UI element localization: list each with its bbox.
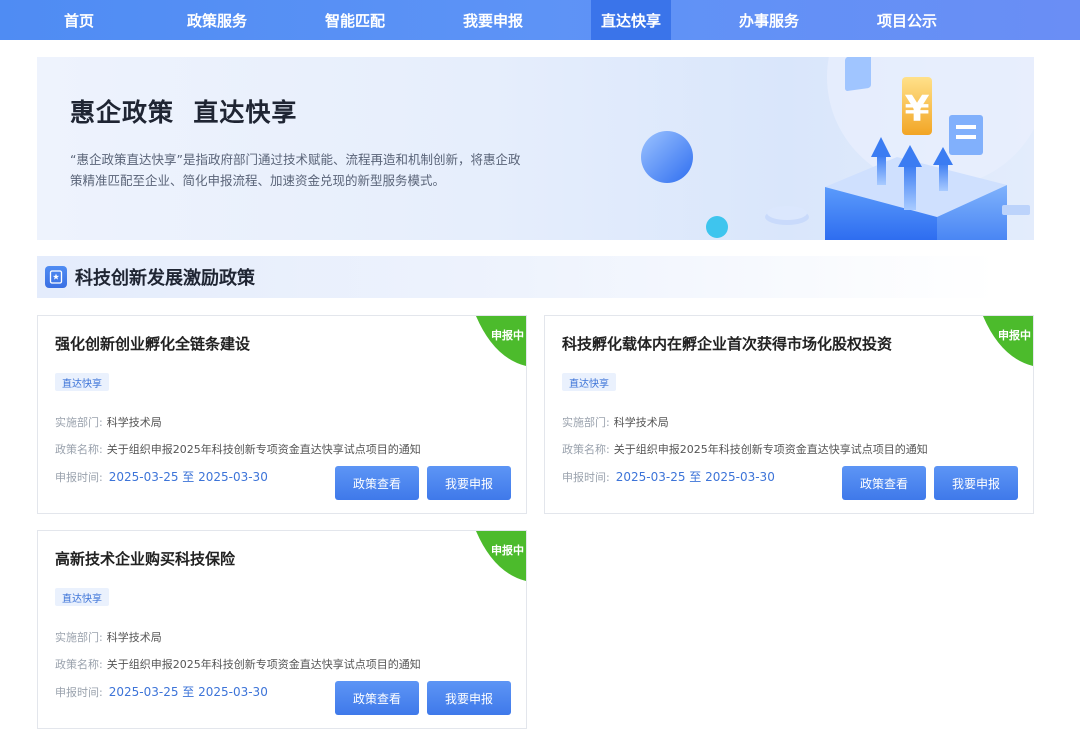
view-policy-button[interactable]: 政策查看 <box>842 466 926 500</box>
status-ribbon: 申报中 <box>983 316 1033 366</box>
status-badge: 申报中 <box>998 329 1031 342</box>
card-tag: 直达快享 <box>55 373 109 391</box>
card-title[interactable]: 高新技术企业购买科技保险 <box>55 548 235 569</box>
status-badge: 申报中 <box>491 329 524 342</box>
nav-item-direct-share[interactable]: 直达快享 <box>591 0 671 40</box>
banner-description: “惠企政策直达快享”是指政府部门通过技术赋能、流程再造和机制创新，将惠企政策精准… <box>70 152 521 188</box>
status-badge: 申报中 <box>491 544 524 557</box>
nav-item-home[interactable]: 首页 <box>10 0 148 40</box>
policy-row: 政策名称: 关于组织申报2025年科技创新专项资金直达快享试点项目的通知 <box>55 658 421 671</box>
nav-item-policy-service[interactable]: 政策服务 <box>148 0 286 40</box>
section-header: 科技创新发展激励政策 <box>37 256 997 298</box>
apply-button[interactable]: 我要申报 <box>427 466 511 500</box>
view-policy-button[interactable]: 政策查看 <box>335 681 419 715</box>
apply-button[interactable]: 我要申报 <box>934 466 1018 500</box>
nav-item-smart-match[interactable]: 智能匹配 <box>286 0 424 40</box>
nav-item-apply[interactable]: 我要申报 <box>424 0 562 40</box>
view-policy-button[interactable]: 政策查看 <box>335 466 419 500</box>
svg-text:¥: ¥ <box>904 89 929 130</box>
apply-button[interactable]: 我要申报 <box>427 681 511 715</box>
hero-banner: 惠企政策 直达快享 “惠企政策直达快享”是指政府部门通过技术赋能、流程再造和机制… <box>37 57 1034 240</box>
nav-item-project-notice[interactable]: 项目公示 <box>838 0 976 40</box>
time-row: 申报时间: 2025-03-25 至 2025-03-30 <box>55 685 268 699</box>
card-title[interactable]: 强化创新创业孵化全链条建设 <box>55 333 250 354</box>
star-doc-icon <box>45 266 67 288</box>
policy-row: 政策名称: 关于组织申报2025年科技创新专项资金直达快享试点项目的通知 <box>562 443 928 456</box>
banner-title: 惠企政策 直达快享 <box>70 98 298 127</box>
dept-row: 实施部门: 科学技术局 <box>562 416 669 429</box>
card-tag: 直达快享 <box>55 588 109 606</box>
policy-card: 科技孵化载体内在孵企业首次获得市场化股权投资 申报中 直达快享 实施部门: 科学技… <box>544 315 1034 514</box>
banner-illustration: ¥ <box>641 57 1034 240</box>
card-tag: 直达快享 <box>562 373 616 391</box>
policy-row: 政策名称: 关于组织申报2025年科技创新专项资金直达快享试点项目的通知 <box>55 443 421 456</box>
status-ribbon: 申报中 <box>476 531 526 581</box>
time-row: 申报时间: 2025-03-25 至 2025-03-30 <box>55 470 268 484</box>
policy-card: 强化创新创业孵化全链条建设 申报中 直达快享 实施部门: 科学技术局 政策名称: 关… <box>37 315 527 514</box>
time-row: 申报时间: 2025-03-25 至 2025-03-30 <box>562 470 775 484</box>
nav-item-affairs[interactable]: 办事服务 <box>700 0 838 40</box>
card-title[interactable]: 科技孵化载体内在孵企业首次获得市场化股权投资 <box>562 333 892 354</box>
status-ribbon: 申报中 <box>476 316 526 366</box>
dept-row: 实施部门: 科学技术局 <box>55 416 162 429</box>
section-title: 科技创新发展激励政策 <box>75 268 255 289</box>
dept-row: 实施部门: 科学技术局 <box>55 631 162 644</box>
top-nav: 首页 政策服务 智能匹配 我要申报 直达快享 办事服务 项目公示 <box>0 0 1080 40</box>
policy-card: 高新技术企业购买科技保险 申报中 直达快享 实施部门: 科学技术局 政策名称: 关于… <box>37 530 527 729</box>
